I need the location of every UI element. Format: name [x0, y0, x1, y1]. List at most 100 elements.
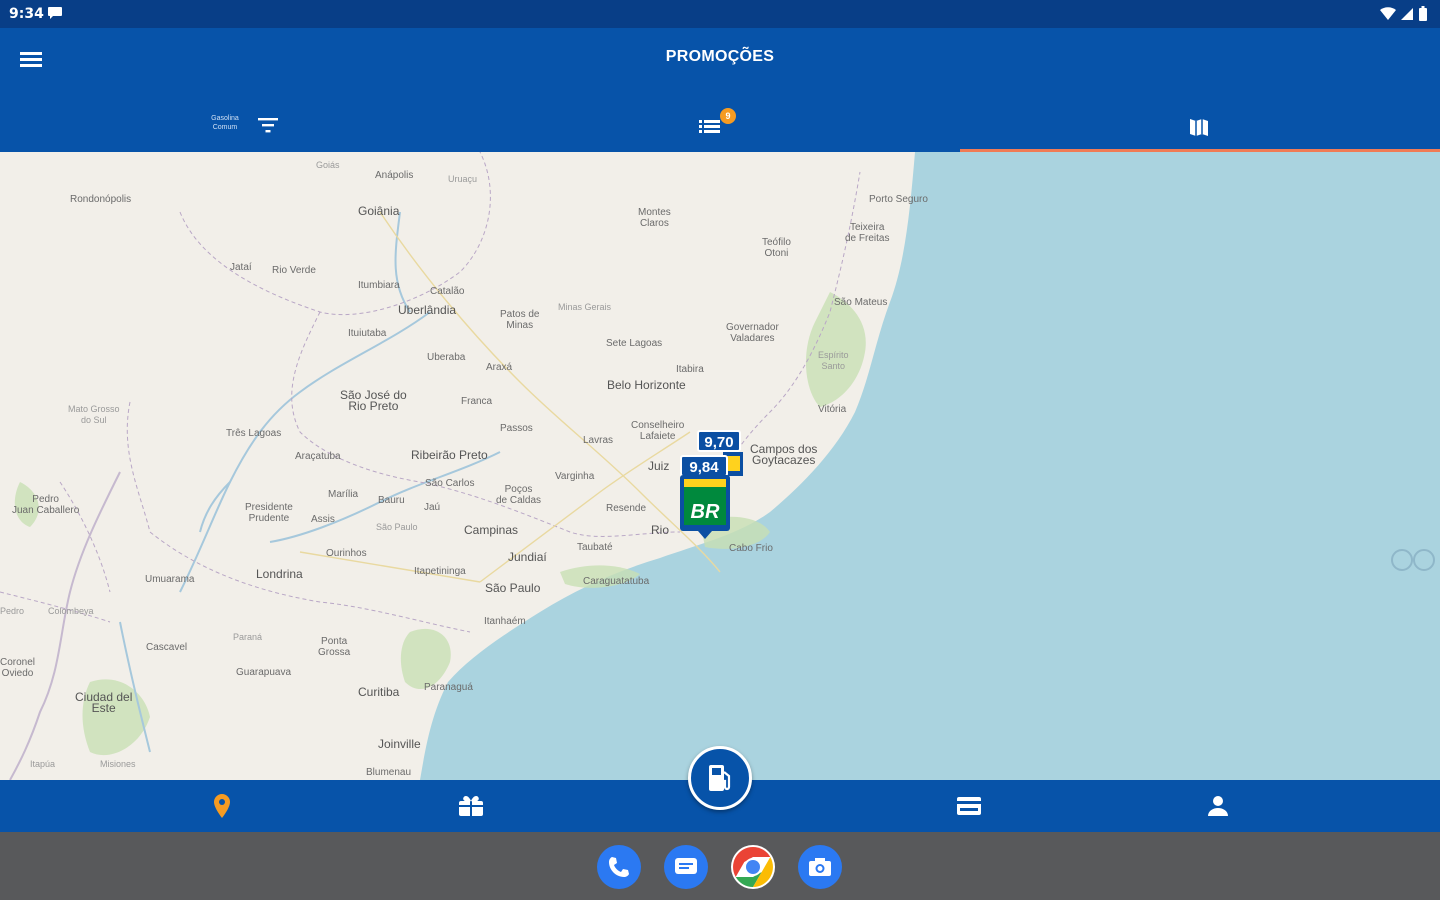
city-label: Rondonópolis — [70, 194, 132, 205]
city-label: Cabo Frio — [729, 543, 773, 554]
location-pin-icon — [214, 794, 230, 818]
city-label: Sete Lagoas — [606, 338, 663, 349]
price-marker-label: 9,84 — [680, 455, 728, 477]
city-label: Ituiutaba — [348, 328, 387, 339]
tab-list[interactable]: 9 — [480, 98, 960, 152]
status-time: 9:34 — [9, 6, 44, 22]
page-title: PROMOÇÕES — [665, 48, 775, 65]
city-label: Belo Horizonte — [607, 378, 686, 392]
city-label: Goiás — [316, 160, 340, 170]
battery-icon — [1419, 6, 1427, 21]
system-dock — [0, 832, 1440, 900]
city-label: Jaú — [424, 502, 441, 513]
city-label: Ribeirão Preto — [411, 448, 488, 462]
fuel-type-label: Gasolina Comum — [211, 115, 239, 131]
city-label: Espírito Santo — [818, 350, 849, 371]
city-label: Pedro Juan Caballero — [12, 494, 80, 516]
nav-payment[interactable] — [954, 792, 984, 820]
city-label: Guarapuava — [236, 667, 292, 678]
status-bar: 9:34 — [0, 0, 1440, 28]
city-label: Itapúa — [30, 759, 56, 769]
city-label: São Carlos — [425, 478, 475, 489]
city-label: Teixeira de Freitas — [845, 222, 890, 244]
city-label: Minas Gerais — [558, 302, 612, 312]
fuel-pump-icon — [709, 765, 731, 791]
city-label: Rio Verde — [272, 265, 316, 276]
city-label: Uruaçu — [448, 174, 478, 184]
tab-bar: Gasolina Comum 9 — [0, 98, 1440, 152]
city-label: Cascavel — [146, 642, 188, 653]
fuel-pump-button[interactable] — [688, 746, 752, 810]
chrome-app[interactable] — [731, 845, 775, 889]
city-label: Lavras — [583, 435, 614, 446]
phone-app[interactable] — [597, 845, 641, 889]
city-label: Paraná — [233, 632, 263, 642]
nav-rewards[interactable] — [456, 792, 486, 820]
map-view[interactable]: Goiás Anápolis Uruaçu Rondonópolis Goiânia Mo… — [0, 152, 1440, 780]
city-label: Araçatuba — [295, 451, 341, 462]
city-label: Porto Seguro — [869, 194, 928, 205]
city-label: Três Lagoas — [226, 428, 282, 439]
chat-notification-icon — [47, 6, 63, 25]
phone-icon — [609, 857, 629, 877]
tab-map[interactable] — [960, 98, 1440, 152]
wifi-icon — [1380, 7, 1396, 21]
br-station-icon: BR — [680, 475, 730, 539]
city-label: Ponta Grossa — [318, 636, 351, 658]
city-label: Resende — [606, 503, 647, 514]
city-label: Londrina — [256, 567, 303, 581]
messages-icon — [675, 858, 697, 874]
tab-filter[interactable]: Gasolina Comum — [0, 98, 480, 152]
city-label: Marília — [328, 489, 359, 500]
city-label: Ciudad del Este — [75, 690, 133, 715]
city-label: Campinas — [464, 523, 519, 537]
city-label: Jundiaí — [508, 550, 547, 564]
city-label: Conselheiro Lafaiete — [631, 420, 685, 442]
cell-signal-icon — [1401, 8, 1413, 20]
card-icon — [957, 797, 981, 815]
camera-icon — [809, 858, 831, 876]
city-label: Misiones — [100, 759, 136, 769]
city-label: Itanhaém — [484, 616, 526, 627]
camera-app[interactable] — [798, 845, 842, 889]
city-label: Governador Valadares — [726, 322, 779, 344]
city-label: São José do Rio Preto — [340, 388, 407, 413]
city-label: Joinville — [378, 737, 421, 751]
city-label: Franca — [461, 396, 493, 407]
nav-account[interactable] — [1203, 792, 1233, 820]
city-label: Coronel Oviedo — [0, 657, 36, 679]
chrome-icon — [733, 847, 773, 887]
city-label: Colombeya — [48, 606, 94, 616]
city-label: Pedro — [0, 606, 25, 616]
city-label: Blumenau — [366, 767, 412, 778]
city-label: Jataí — [230, 262, 252, 273]
city-label: Presidente Prudente — [245, 502, 293, 524]
city-label: Curitiba — [358, 685, 400, 699]
city-label: Paranaguá — [424, 682, 473, 693]
filter-icon[interactable] — [256, 116, 280, 134]
nav-location[interactable] — [207, 792, 237, 820]
city-label: Mato Grosso do Sul — [68, 404, 120, 425]
city-label: Itabira — [676, 364, 704, 375]
city-label: Caraguatatuba — [583, 576, 650, 587]
city-label: Juiz — [648, 459, 670, 473]
city-label: Anápolis — [375, 170, 414, 181]
gift-icon — [459, 796, 483, 816]
map-icon — [1190, 119, 1208, 136]
status-icons — [1380, 6, 1428, 22]
messages-app[interactable] — [664, 845, 708, 889]
city-label: Taubaté — [577, 542, 613, 553]
city-label: Araxá — [486, 362, 513, 373]
city-label: Vitória — [818, 404, 847, 415]
city-label: Varginha — [555, 471, 595, 482]
city-label: Bauru — [378, 495, 405, 506]
city-label: Campos dos Goytacazes — [750, 442, 818, 467]
city-label: Assis — [311, 514, 335, 525]
city-label: Passos — [500, 423, 533, 434]
city-label: Ourinhos — [326, 548, 367, 559]
city-label: São Mateus — [834, 297, 888, 308]
city-label: Goiânia — [358, 204, 400, 218]
city-label: Uberaba — [427, 352, 466, 363]
notification-badge: 9 — [720, 108, 736, 124]
city-label: Catalão — [430, 286, 465, 297]
